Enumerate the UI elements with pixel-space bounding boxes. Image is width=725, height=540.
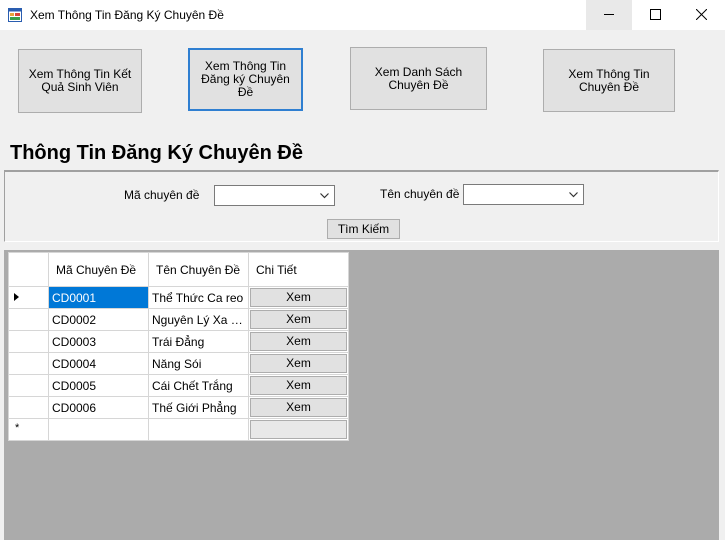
row-header[interactable]: *: [8, 418, 49, 441]
view-topic-list-button[interactable]: Xem Danh Sách Chuyên Đề: [350, 47, 487, 110]
cell-topic-name[interactable]: Nguyên Lý Xa Gần: [148, 308, 249, 331]
close-icon: [696, 9, 707, 20]
cell-topic-name[interactable]: Thể Thức Ca reo: [148, 286, 249, 309]
current-row-arrow-icon: [14, 293, 19, 301]
column-header-detail[interactable]: Chi Tiết: [248, 252, 349, 287]
table-row[interactable]: CD0002 Nguyên Lý Xa Gần Xem: [8, 308, 349, 331]
row-header[interactable]: [8, 396, 49, 419]
cell-detail: Xem: [248, 330, 349, 353]
view-student-results-button[interactable]: Xem Thông Tin Kết Quả Sinh Viên: [18, 49, 142, 113]
row-header[interactable]: [8, 352, 49, 375]
maximize-icon: [650, 9, 661, 20]
cell-detail: [248, 418, 349, 441]
row-header[interactable]: [8, 286, 49, 309]
topic-code-dropdown[interactable]: [214, 185, 335, 206]
view-detail-button[interactable]: Xem: [250, 376, 347, 395]
topic-code-label: Mã chuyên đề: [124, 188, 200, 202]
cell-detail: Xem: [248, 396, 349, 419]
view-registration-info-button[interactable]: Xem Thông Tin Đăng ký Chuyên Đề: [188, 48, 303, 111]
view-detail-button[interactable]: Xem: [250, 288, 347, 307]
row-header[interactable]: [8, 374, 49, 397]
view-detail-button[interactable]: Xem: [250, 398, 347, 417]
table-row[interactable]: CD0004 Năng Sói Xem: [8, 352, 349, 375]
topic-name-label: Tên chuyên đề: [380, 187, 460, 201]
cell-topic-code[interactable]: CD0004: [48, 352, 149, 375]
app-form-icon: [8, 8, 22, 22]
page-title: Thông Tin Đăng Ký Chuyên Đề: [10, 142, 303, 164]
cell-topic-code[interactable]: [48, 418, 149, 441]
cell-detail: Xem: [248, 374, 349, 397]
row-header[interactable]: [8, 330, 49, 353]
view-detail-button[interactable]: Xem: [250, 354, 347, 373]
table-row[interactable]: CD0001 Thể Thức Ca reo Xem: [8, 286, 349, 309]
table-row[interactable]: CD0006 Thế Giới Phẳng Xem: [8, 396, 349, 419]
view-detail-button[interactable]: [250, 420, 347, 439]
cell-detail: Xem: [248, 308, 349, 331]
chevron-down-icon: [569, 192, 578, 198]
window-title: Xem Thông Tin Đăng Ký Chuyên Đề: [30, 8, 224, 22]
cell-topic-code[interactable]: CD0006: [48, 396, 149, 419]
cell-topic-code[interactable]: CD0001: [48, 286, 149, 309]
new-table-row[interactable]: *: [8, 418, 349, 441]
cell-topic-name[interactable]: Cái Chết Trắng: [148, 374, 249, 397]
cell-topic-name[interactable]: [148, 418, 249, 441]
cell-topic-name[interactable]: Trái Đẳng: [148, 330, 249, 353]
minimize-button[interactable]: [586, 0, 632, 30]
chevron-down-icon: [320, 193, 329, 199]
maximize-button[interactable]: [632, 0, 678, 30]
row-header[interactable]: [8, 308, 49, 331]
grid-corner-header[interactable]: [8, 252, 49, 287]
column-header-topic-name[interactable]: Tên Chuyên Đề: [148, 252, 249, 287]
registration-grid[interactable]: Mã Chuyên Đề Tên Chuyên Đề Chi Tiết CD00…: [8, 252, 349, 441]
cell-topic-code[interactable]: CD0002: [48, 308, 149, 331]
title-bar: Xem Thông Tin Đăng Ký Chuyên Đề: [0, 0, 725, 30]
cell-topic-name[interactable]: Năng Sói: [148, 352, 249, 375]
table-row[interactable]: CD0005 Cái Chết Trắng Xem: [8, 374, 349, 397]
minimize-icon: [604, 14, 614, 15]
view-topic-info-button[interactable]: Xem Thông Tin Chuyên Đề: [543, 49, 675, 112]
cell-topic-name[interactable]: Thế Giới Phẳng: [148, 396, 249, 419]
view-detail-button[interactable]: Xem: [250, 332, 347, 351]
topic-name-dropdown[interactable]: [463, 184, 584, 205]
table-row[interactable]: CD0003 Trái Đẳng Xem: [8, 330, 349, 353]
cell-detail: Xem: [248, 286, 349, 309]
new-row-marker: *: [15, 422, 20, 434]
close-button[interactable]: [678, 0, 724, 30]
search-button[interactable]: Tìm Kiếm: [327, 219, 400, 239]
column-header-topic-code[interactable]: Mã Chuyên Đề: [48, 252, 149, 287]
cell-detail: Xem: [248, 352, 349, 375]
cell-topic-code[interactable]: CD0003: [48, 330, 149, 353]
cell-topic-code[interactable]: CD0005: [48, 374, 149, 397]
view-detail-button[interactable]: Xem: [250, 310, 347, 329]
